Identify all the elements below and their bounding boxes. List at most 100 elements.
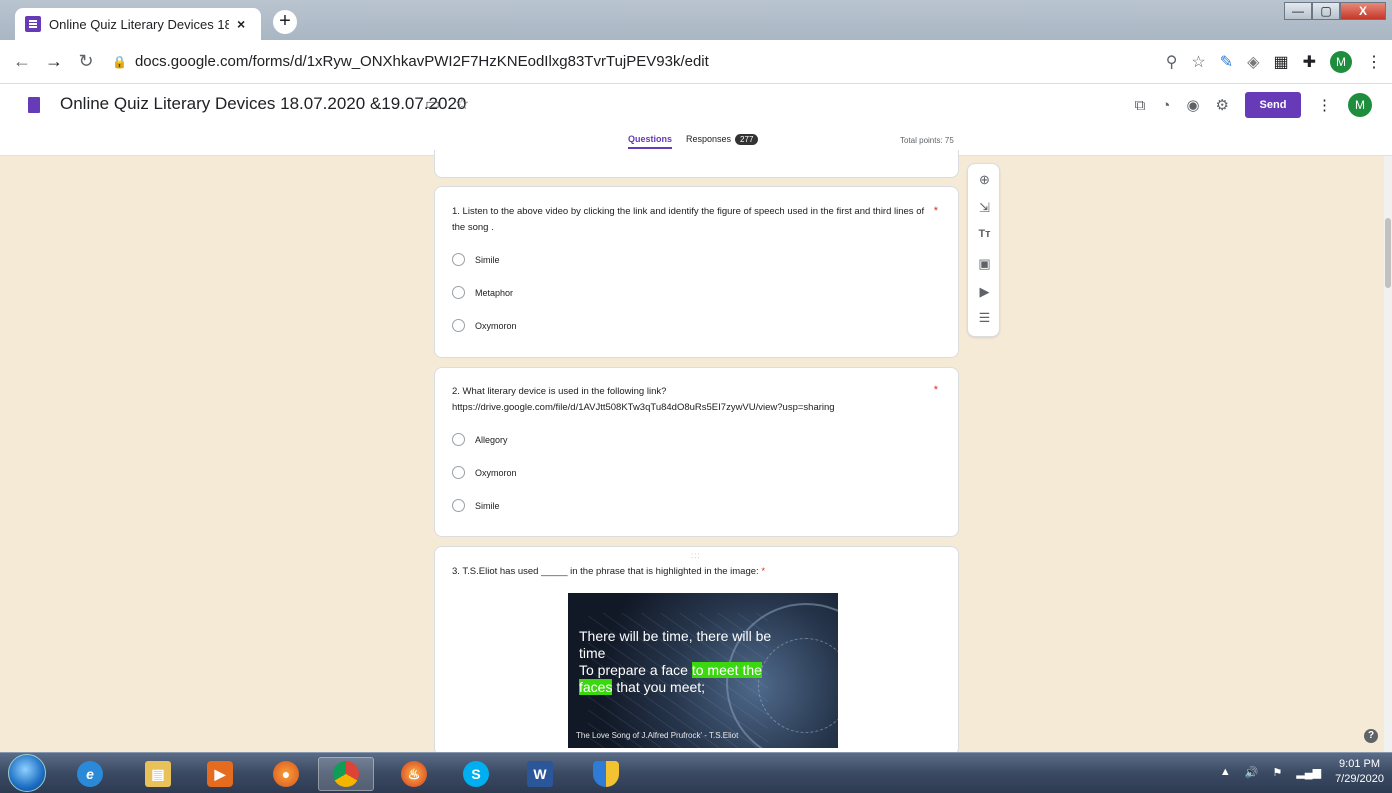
tray-expand-icon[interactable]: ▲ <box>1220 766 1231 778</box>
address-bar[interactable]: 🔒 docs.google.com/forms/d/1xRyw_ONXhkavP… <box>112 53 1166 70</box>
taskbar-clock[interactable]: 9:01 PM 7/29/2020 <box>1335 757 1384 787</box>
taskbar-skype[interactable]: S <box>448 757 504 791</box>
window-controls: — ▢ X <box>1284 2 1386 20</box>
previous-card-bottom[interactable] <box>434 150 959 178</box>
import-questions-icon[interactable]: ⇲ <box>968 200 1001 216</box>
windows-taskbar: e ▤ ▶ ● ♨ S W ▲ 🔊 ⚑ ▂▄▆ 9:01 PM 7/29/202… <box>0 752 1392 793</box>
taskbar-explorer[interactable]: ▤ <box>130 757 186 791</box>
forward-arrow-icon[interactable]: → <box>38 51 70 72</box>
question-card-2[interactable]: 2. What literary device is used in the f… <box>434 367 959 537</box>
add-question-icon[interactable]: ⊕ <box>968 172 1001 188</box>
taskbar-media-player[interactable]: ▶ <box>192 757 248 791</box>
question-image[interactable]: There will be time, there will be time T… <box>568 593 838 748</box>
extensions-puzzle-icon[interactable]: ✚ <box>1303 52 1316 72</box>
form-title[interactable]: Online Quiz Literary Devices 18.07.2020 … <box>60 94 466 114</box>
question-3-text: 3. T.S.Eliot has used _____ in the phras… <box>452 564 927 580</box>
flame-app-icon: ♨ <box>401 761 427 787</box>
clock-time: 9:01 PM <box>1339 758 1381 770</box>
browser-tab[interactable]: Online Quiz Literary Devices 18.0 × <box>15 8 261 40</box>
addons-puzzle-icon[interactable]: ⧉ <box>1135 97 1146 114</box>
taskbar-security-shield[interactable] <box>578 757 634 791</box>
form-tabs: Questions Responses 277 <box>628 134 759 149</box>
tab-responses[interactable]: Responses 277 <box>686 134 759 149</box>
radio-button[interactable] <box>452 499 465 512</box>
add-item-toolbar: ⊕ ⇲ Tт ▣ ▶ ☰ <box>967 163 1000 337</box>
browser-extensions: ⚲ ☆ ✎ ◈ ▦ ✚ M ⋮ <box>1166 50 1382 73</box>
file-explorer-icon: ▤ <box>145 761 171 787</box>
poem-line-4: faces that you meet; <box>579 679 771 696</box>
more-options-icon[interactable]: ⋮ <box>1317 96 1332 114</box>
option-label: Simile <box>475 254 500 265</box>
zoom-icon[interactable]: ⚲ <box>1166 52 1178 72</box>
add-image-icon[interactable]: ▣ <box>968 256 1001 272</box>
taskbar-word[interactable]: W <box>512 757 568 791</box>
radio-button[interactable] <box>452 319 465 332</box>
account-avatar[interactable]: M <box>1348 93 1372 117</box>
feather-extension-icon[interactable]: ✎ <box>1220 52 1233 72</box>
browser-menu-icon[interactable]: ⋮ <box>1366 52 1382 72</box>
back-arrow-icon[interactable]: ← <box>6 51 38 72</box>
maximize-button[interactable]: ▢ <box>1312 2 1340 20</box>
add-section-icon[interactable]: ☰ <box>968 310 1001 326</box>
poem-line-1: There will be time, there will be <box>579 628 772 644</box>
grid-extension-icon[interactable]: ▦ <box>1273 52 1288 72</box>
internet-explorer-icon: e <box>77 761 103 787</box>
settings-gear-icon[interactable]: ⚙ <box>1216 96 1229 114</box>
bookmark-star-icon[interactable]: ☆ <box>1191 52 1205 72</box>
minimize-button[interactable]: — <box>1284 2 1312 20</box>
radio-button[interactable] <box>452 466 465 479</box>
help-icon[interactable]: ? <box>1364 729 1378 743</box>
option-label: Allegory <box>475 434 508 445</box>
option-simile[interactable]: Simile <box>452 253 500 266</box>
poem-line-4-highlight: faces <box>579 679 613 695</box>
action-center-flag-icon[interactable]: ⚑ <box>1272 766 1282 779</box>
move-folder-icon[interactable]: ▭ <box>425 94 440 114</box>
option-metaphor[interactable]: Metaphor <box>452 286 513 299</box>
required-asterisk: * <box>933 205 938 217</box>
taskbar-app-flame[interactable]: ♨ <box>386 757 442 791</box>
profile-avatar[interactable]: M <box>1330 50 1352 73</box>
scrollbar-thumb[interactable] <box>1385 218 1391 288</box>
forms-doc-icon[interactable] <box>28 97 40 113</box>
drag-handle-icon[interactable]: ::: <box>691 551 701 560</box>
preview-eye-icon[interactable]: ◉ <box>1186 96 1199 114</box>
question-card-1[interactable]: 1. Listen to the above video by clicking… <box>434 186 959 358</box>
page-scrollbar[interactable] <box>1384 156 1392 752</box>
option-oxymoron[interactable]: Oxymoron <box>452 466 517 479</box>
add-video-icon[interactable]: ▶ <box>968 284 1001 300</box>
clock-date: 7/29/2020 <box>1335 773 1384 785</box>
taskbar-ie[interactable]: e <box>62 757 118 791</box>
question-card-3[interactable]: ::: 3. T.S.Eliot has used _____ in the p… <box>434 546 959 756</box>
radio-button[interactable] <box>452 433 465 446</box>
responses-count-badge: 277 <box>735 134 759 145</box>
option-label: Simile <box>475 500 500 511</box>
palette-icon[interactable]: ◔ <box>1161 97 1170 114</box>
reload-icon[interactable]: ↻ <box>70 51 102 72</box>
radio-button[interactable] <box>452 253 465 266</box>
image-caption: The Love Song of J.Alfred Prufrock' - T.… <box>576 731 739 740</box>
option-allegory[interactable]: Allegory <box>452 433 508 446</box>
question-2-link: https://drive.google.com/file/d/1AVJtt50… <box>452 402 835 413</box>
option-oxymoron[interactable]: Oxymoron <box>452 319 517 332</box>
radio-button[interactable] <box>452 286 465 299</box>
word-icon: W <box>527 761 553 787</box>
shield-extension-icon[interactable]: ◈ <box>1247 52 1259 72</box>
add-title-icon[interactable]: Tт <box>968 228 1001 240</box>
tab-close-icon[interactable]: × <box>237 16 245 32</box>
window-close-button[interactable]: X <box>1340 2 1386 20</box>
poem-text: There will be time, there will be time T… <box>579 628 771 696</box>
new-tab-button[interactable]: + <box>273 10 297 34</box>
star-form-icon[interactable]: ☆ <box>455 94 469 114</box>
required-asterisk: * <box>933 384 938 396</box>
tab-questions[interactable]: Questions <box>628 134 673 149</box>
taskbar-firefox[interactable]: ● <box>258 757 314 791</box>
start-button[interactable] <box>8 754 46 792</box>
chrome-icon <box>333 761 359 787</box>
option-label: Metaphor <box>475 287 514 298</box>
send-button[interactable]: Send <box>1245 92 1301 118</box>
volume-icon[interactable]: 🔊 <box>1245 766 1259 779</box>
taskbar-chrome[interactable] <box>318 757 374 791</box>
option-label: Oxymoron <box>475 467 517 478</box>
option-simile[interactable]: Simile <box>452 499 500 512</box>
network-signal-icon[interactable]: ▂▄▆ <box>1296 766 1321 779</box>
